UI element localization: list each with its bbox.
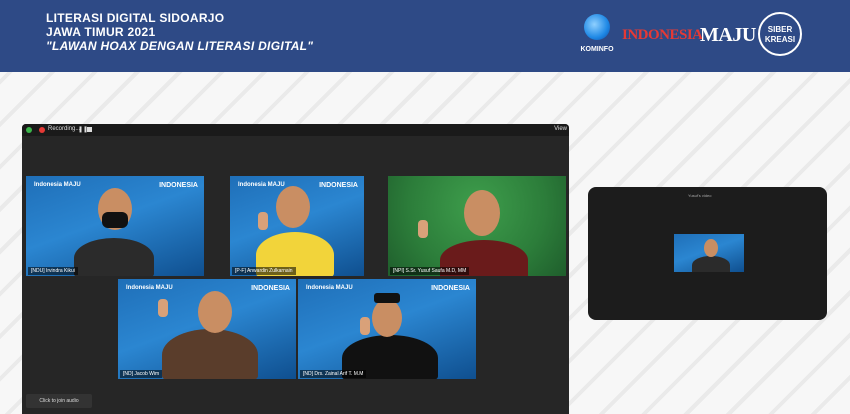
participant-name-label: [NPI] S.Sr. Yusuf Saufa M.D, MM: [390, 267, 470, 275]
l-hand-gesture: [258, 212, 268, 230]
event-banner: LITERASI DIGITAL SIDOARJO JAWA TIMUR 202…: [0, 0, 850, 72]
mask-shape: [102, 212, 128, 228]
tile-indonesia-tag: INDONESIA: [251, 285, 290, 292]
pinned-video-tile[interactable]: [674, 234, 744, 272]
l-hand-gesture: [360, 317, 370, 335]
tile-indonesia-tag: INDONESIA: [319, 182, 358, 189]
participant-head: [276, 186, 310, 228]
recording-label: Recording...: [48, 126, 81, 132]
banner-subtitle: JAWA TIMUR 2021: [46, 25, 156, 39]
pinned-video-title: Yusuf's video: [688, 193, 712, 198]
kominfo-emblem-icon: [584, 14, 610, 40]
participant-name-label: [P-F] Anwardin Zulkarnain: [232, 267, 296, 275]
tile-logo: Indonesia MAJU: [238, 182, 285, 188]
security-shield-icon[interactable]: [26, 127, 32, 133]
recording-indicator-icon: [39, 127, 45, 133]
banner-tagline: "LAWAN HOAX DENGAN LITERASI DIGITAL": [46, 39, 314, 53]
indonesia-logo: INDONESIA: [622, 27, 703, 43]
kominfo-logo-text: KOMINFO: [580, 46, 614, 53]
participant-head: [372, 299, 402, 337]
view-button[interactable]: View: [554, 126, 567, 132]
maju-logo: MAJU: [700, 24, 756, 46]
l-hand-gesture: [418, 220, 428, 238]
participant-head: [464, 190, 500, 236]
banner-title-block: LITERASI DIGITAL SIDOARJO JAWA TIMUR 202…: [46, 11, 313, 53]
tile-indonesia-tag: INDONESIA: [431, 285, 470, 292]
zoom-meeting-window: Recording... ❚❚ View Indonesia MAJU INDO…: [22, 124, 569, 414]
tile-indonesia-tag: INDONESIA: [159, 182, 198, 189]
siberkreasi-logo: SIBER KREASI: [758, 12, 802, 56]
participant-tile[interactable]: Indonesia MAJU INDONESIA [NDU] Irvindra …: [26, 176, 204, 276]
banner-title: LITERASI DIGITAL SIDOARJO: [46, 11, 225, 25]
participant-tile[interactable]: Indonesia MAJU INDONESIA [ND] Drs. Zaina…: [298, 279, 476, 379]
participant-tile[interactable]: [NPI] S.Sr. Yusuf Saufa M.D, MM: [388, 176, 566, 276]
stop-recording-icon[interactable]: [87, 127, 92, 132]
participant-tile[interactable]: Indonesia MAJU INDONESIA [ND] Jacob Wim: [118, 279, 296, 379]
tile-logo: Indonesia MAJU: [34, 182, 81, 188]
participant-body: [74, 238, 154, 276]
zoom-topbar: Recording... ❚❚ View: [22, 124, 569, 136]
participant-tile[interactable]: Indonesia MAJU INDONESIA [P-F] Anwardin …: [230, 176, 364, 276]
participant-body: [692, 256, 730, 272]
join-audio-button[interactable]: Click to join audio: [26, 394, 92, 408]
participant-head: [704, 239, 718, 257]
peci-cap: [374, 293, 400, 303]
participant-name-label: [ND] Jacob Wim: [120, 370, 163, 378]
l-hand-gesture: [158, 299, 168, 317]
kominfo-logo: KOMINFO: [578, 14, 616, 60]
participant-body: [162, 329, 258, 379]
participant-name-label: [NDU] Irvindra Kikui: [28, 267, 78, 275]
participant-name-label: [ND] Drs. Zainal Arif T. M.M: [300, 370, 367, 378]
pause-recording-icon[interactable]: ❚❚: [78, 127, 88, 133]
tile-logo: Indonesia MAJU: [306, 285, 353, 291]
participant-head: [198, 291, 232, 333]
tile-logo: Indonesia MAJU: [126, 285, 173, 291]
pinned-video-panel[interactable]: Yusuf's video: [588, 187, 827, 320]
